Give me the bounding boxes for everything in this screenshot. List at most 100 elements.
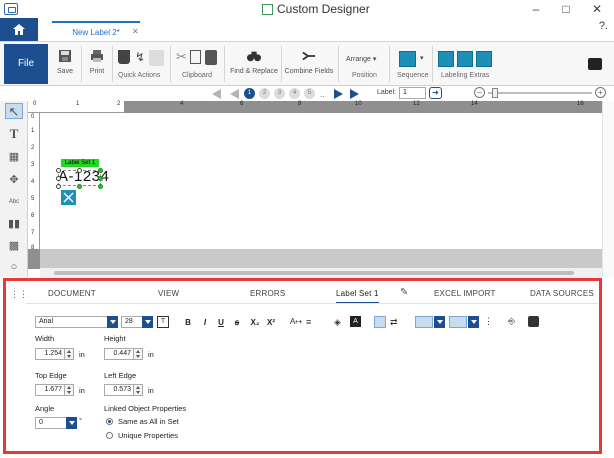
label-number-input[interactable]: 1	[399, 87, 426, 99]
top-edge-input[interactable]: 1.677	[35, 384, 65, 396]
trash-icon[interactable]	[118, 50, 130, 64]
tab-data-sources[interactable]: DATA SOURCES	[530, 289, 594, 298]
tab-excel-import[interactable]: EXCEL IMPORT	[434, 289, 496, 298]
go-icon[interactable]: ➜	[429, 87, 442, 99]
resize-handle[interactable]	[56, 184, 61, 189]
system-menu-icon[interactable]	[4, 3, 18, 15]
page-1[interactable]: 1	[244, 88, 255, 99]
character-spacing-icon[interactable]: A↦	[290, 317, 302, 326]
font-family-select[interactable]: Arial	[35, 316, 109, 328]
minimize-button[interactable]: –	[521, 0, 551, 18]
tab-document[interactable]: DOCUMENT	[48, 289, 96, 298]
subscript-button[interactable]: X₂	[249, 318, 261, 327]
resize-handle[interactable]	[56, 176, 61, 181]
lock-icon[interactable]: ⎆	[508, 316, 515, 327]
radio-same-as-all[interactable]	[106, 418, 113, 425]
resize-handle[interactable]	[77, 184, 82, 189]
print-object-icon[interactable]	[528, 316, 539, 327]
radio-unique-properties[interactable]	[106, 432, 113, 439]
superscript-button[interactable]: X²	[265, 318, 277, 327]
print-button[interactable]: Print	[86, 48, 108, 75]
page-3[interactable]: 3	[274, 88, 285, 99]
transform-icon[interactable]	[61, 190, 76, 205]
next-page-icon[interactable]	[334, 89, 343, 99]
date-tool-icon[interactable]: ▦	[5, 149, 23, 165]
page-5[interactable]: 5	[304, 88, 315, 99]
resize-handle[interactable]	[98, 184, 103, 189]
width-input[interactable]: 1.254	[35, 348, 65, 360]
sequence-dropdown-icon[interactable]: ▾	[420, 54, 424, 62]
zoom-out-icon[interactable]: –	[474, 87, 485, 98]
shrink-text-icon[interactable]: ⇄	[390, 317, 398, 328]
image-tool-icon[interactable]: ▩	[5, 238, 23, 254]
label-canvas[interactable]	[40, 113, 602, 249]
font-size-dropdown-button[interactable]	[142, 316, 153, 328]
vertical-scrollbar[interactable]	[602, 101, 614, 277]
printer-icon[interactable]	[588, 58, 602, 70]
format-painter-icon[interactable]: ↯	[135, 50, 145, 64]
paste-icon[interactable]	[205, 50, 217, 65]
vertical-align-dropdown[interactable]	[468, 316, 479, 328]
height-spinner[interactable]	[134, 348, 143, 360]
angle-select[interactable]: 0	[35, 417, 67, 429]
layout-icon[interactable]	[476, 51, 492, 67]
last-page-icon[interactable]	[350, 89, 359, 99]
wrap-text-icon[interactable]	[374, 316, 386, 328]
bold-button[interactable]: B	[182, 318, 194, 327]
font-size-select[interactable]: 28	[121, 316, 143, 328]
resize-handle[interactable]	[77, 168, 82, 173]
combine-fields-button[interactable]: Combine Fields	[284, 48, 334, 75]
tab-label-set[interactable]: Label Set 1	[336, 289, 379, 304]
home-button[interactable]	[0, 18, 38, 42]
autosize-text-icon[interactable]: T	[157, 316, 169, 328]
left-edge-spinner[interactable]	[134, 384, 143, 396]
text-color-icon[interactable]: A	[350, 316, 361, 327]
arrange-button[interactable]: Arrange ▾	[346, 55, 376, 63]
scrollbar-thumb[interactable]	[54, 271, 574, 275]
format-text-tool-icon[interactable]: Abc	[5, 194, 23, 210]
maximize-button[interactable]: □	[551, 0, 581, 18]
sequence-icon[interactable]	[399, 51, 416, 67]
list-icon[interactable]: ≡	[306, 317, 311, 327]
cut-icon[interactable]: ✂	[176, 49, 187, 65]
font-dropdown-button[interactable]	[107, 316, 118, 328]
save-button[interactable]: Save	[54, 48, 76, 75]
tab-view[interactable]: VIEW	[158, 289, 179, 298]
select-tool-icon[interactable]: ↖	[5, 103, 23, 119]
find-replace-button[interactable]: Find & Replace	[229, 48, 279, 75]
vertical-align-icon[interactable]	[449, 316, 467, 328]
zoom-slider[interactable]	[488, 92, 592, 94]
labeling-icon[interactable]	[457, 51, 473, 67]
close-tab-icon[interactable]: ✕	[132, 27, 139, 36]
page-4[interactable]: 4	[289, 88, 300, 99]
left-edge-input[interactable]: 0.573	[104, 384, 134, 396]
height-input[interactable]: 0.447	[104, 348, 134, 360]
file-button[interactable]: File	[4, 44, 48, 84]
tab-new-label-2[interactable]: New Label 2*	[52, 21, 140, 42]
close-button[interactable]: ✕	[582, 0, 612, 18]
edit-pencil-icon[interactable]: ✎	[400, 287, 408, 298]
database-icon[interactable]	[438, 51, 454, 67]
previous-page-icon[interactable]	[230, 89, 239, 99]
graphics-tool-icon[interactable]: ✥	[5, 172, 23, 188]
text-tool-icon[interactable]: T	[5, 126, 23, 142]
resize-handle[interactable]	[56, 168, 61, 173]
barcode-tool-icon[interactable]: ▮▮	[5, 216, 23, 232]
angle-dropdown-button[interactable]	[66, 417, 77, 429]
drag-handle-icon[interactable]: ⋮⋮	[10, 289, 28, 300]
italic-button[interactable]: I	[199, 318, 211, 327]
tab-errors[interactable]: ERRORS	[250, 289, 285, 298]
zoom-in-icon[interactable]: +	[595, 87, 606, 98]
more-options-icon[interactable]: ⋮	[484, 316, 493, 327]
fill-color-icon[interactable]: ◈	[334, 317, 341, 328]
shape-tool-icon[interactable]: ○	[5, 259, 23, 275]
horizontal-align-icon[interactable]	[415, 316, 433, 328]
top-edge-spinner[interactable]	[65, 384, 74, 396]
resize-handle[interactable]	[98, 176, 103, 181]
zoom-slider-thumb[interactable]	[492, 88, 498, 98]
width-spinner[interactable]	[65, 348, 74, 360]
help-button[interactable]: ?.	[599, 20, 608, 32]
strikethrough-button[interactable]: ꞩ	[231, 318, 243, 327]
underline-button[interactable]: U	[215, 318, 227, 327]
page-2[interactable]: 2	[259, 88, 270, 99]
